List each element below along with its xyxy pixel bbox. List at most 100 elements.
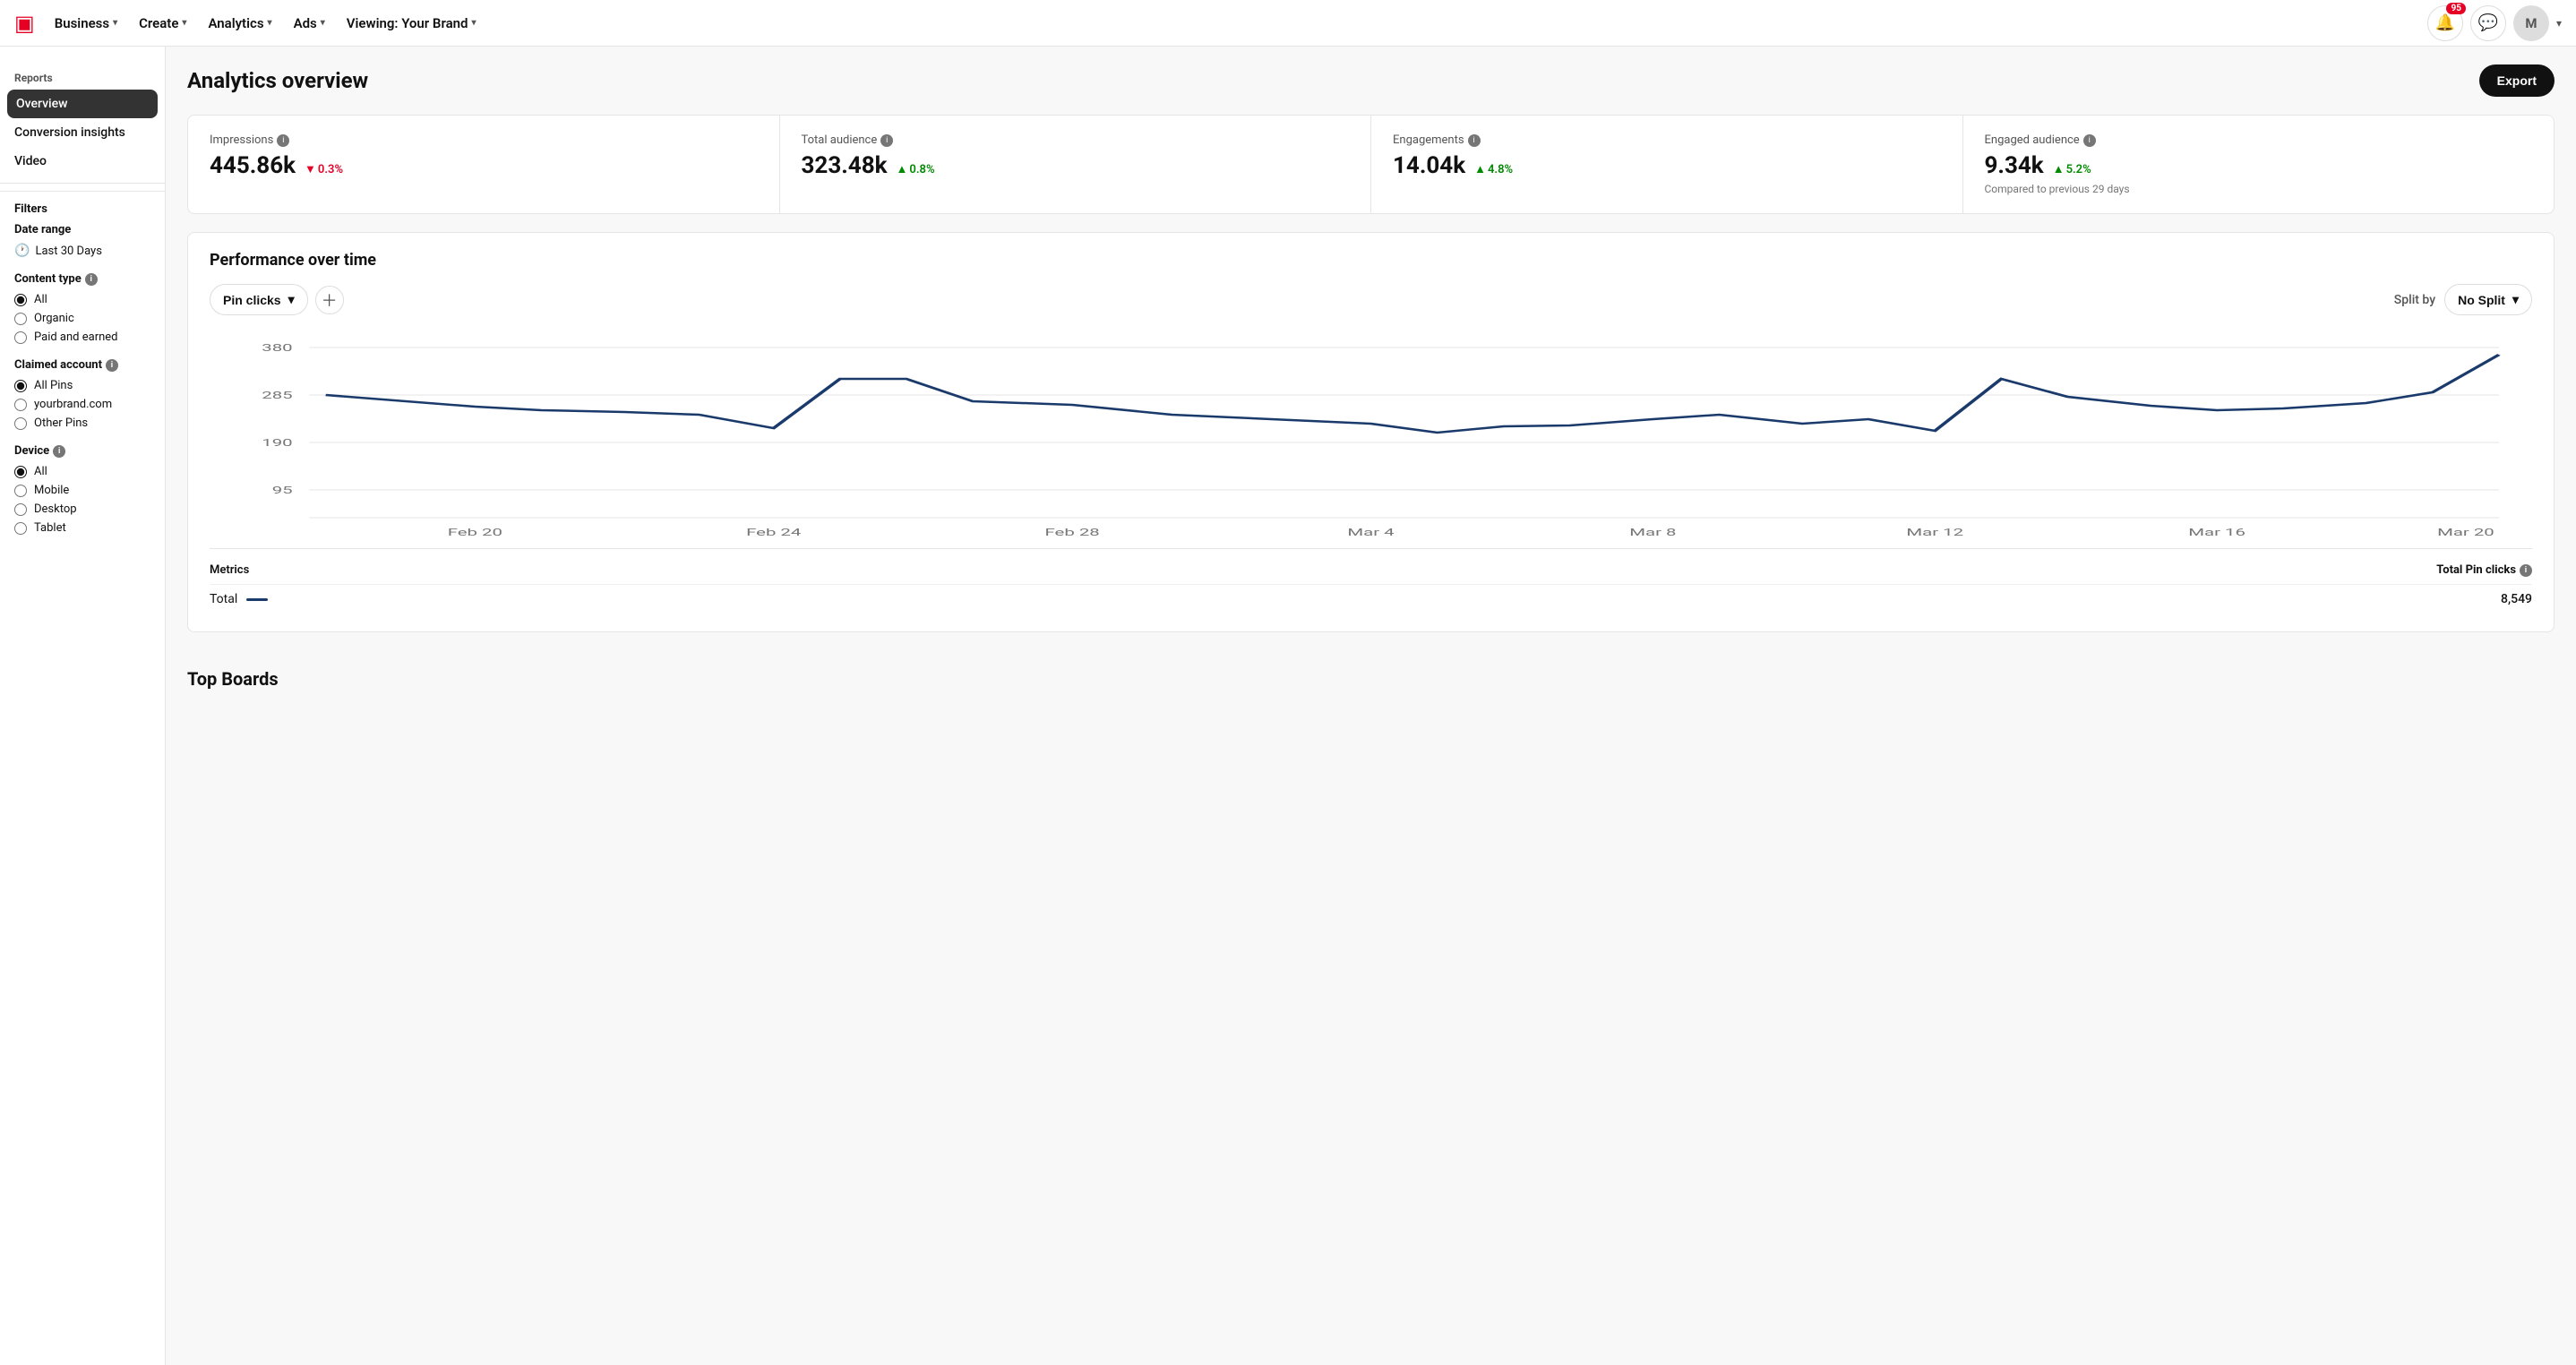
metrics-total-value: 8,549 — [2501, 592, 2532, 606]
info-icon[interactable]: i — [2083, 134, 2096, 147]
sidebar-item-overview[interactable]: Overview — [7, 90, 158, 118]
page-title: Analytics overview — [187, 68, 368, 93]
sidebar-item-video[interactable]: Video — [0, 147, 165, 176]
split-value: No Split — [2458, 293, 2505, 307]
chevron-down-icon: ▾ — [2512, 292, 2519, 307]
content-type-organic[interactable]: Organic — [14, 312, 150, 325]
topnav-right: 🔔 95 💬 M ▾ — [2427, 5, 2562, 41]
plus-icon: ＋ — [322, 288, 338, 312]
engaged-audience-value: 9.34k — [1985, 152, 2044, 179]
device-label: Device i — [14, 444, 150, 458]
messages-button[interactable]: 💬 — [2470, 5, 2506, 41]
info-icon[interactable]: i — [880, 134, 893, 147]
nav-viewing-brand[interactable]: Viewing: Your Brand ▾ — [338, 10, 485, 37]
user-avatar[interactable]: M — [2513, 5, 2549, 41]
info-icon[interactable]: i — [277, 134, 289, 147]
info-icon[interactable]: i — [106, 359, 118, 372]
info-icon[interactable]: i — [2520, 564, 2532, 577]
impressions-value: 445.86k — [210, 152, 296, 179]
svg-text:Feb 28: Feb 28 — [1045, 527, 1100, 538]
content-type-options: All Organic Paid and earned — [14, 293, 150, 344]
notifications-button[interactable]: 🔔 95 — [2427, 5, 2463, 41]
total-audience-change: ▲ 0.8% — [897, 162, 935, 176]
content-type-all[interactable]: All — [14, 293, 150, 306]
claimed-yourbrand[interactable]: yourbrand.com — [14, 398, 150, 411]
date-range-value[interactable]: 🕐 Last 30 Days — [14, 244, 150, 258]
total-audience-label: Total audience i — [802, 133, 1350, 147]
add-metric-button[interactable]: ＋ — [315, 286, 344, 314]
pinterest-logo[interactable]: ▣ — [14, 11, 35, 36]
arrow-down-icon: ▼ — [305, 162, 316, 176]
chevron-down-icon: ▾ — [268, 18, 272, 28]
sidebar-conversion-label: Conversion insights — [14, 125, 125, 140]
compared-note: Compared to previous 29 days — [1985, 183, 2533, 195]
sidebar-item-conversion[interactable]: Conversion insights — [0, 118, 165, 147]
metric-dropdown[interactable]: Pin clicks ▾ — [210, 284, 308, 315]
chart-controls: Pin clicks ▾ ＋ Split by No Split ▾ — [210, 284, 2532, 315]
chevron-down-icon: ▾ — [182, 18, 186, 28]
info-icon[interactable]: i — [1468, 134, 1481, 147]
filters-title: Filters — [14, 202, 150, 216]
svg-text:Mar 16: Mar 16 — [2188, 527, 2245, 538]
svg-text:285: 285 — [262, 390, 292, 401]
main-layout: Reports Overview Conversion insights Vid… — [0, 47, 2576, 1365]
export-button[interactable]: Export — [2479, 64, 2555, 97]
performance-chart: 380 285 190 95 Feb 20 Feb 24 Feb 28 Mar … — [210, 330, 2532, 545]
content-type-paid[interactable]: Paid and earned — [14, 331, 150, 344]
chart-section: Performance over time Pin clicks ▾ ＋ Spl… — [187, 232, 2555, 632]
svg-text:190: 190 — [262, 437, 292, 449]
notification-badge: 95 — [2446, 3, 2465, 14]
engagements-change: ▲ 4.8% — [1474, 162, 1513, 176]
info-icon[interactable]: i — [53, 445, 65, 458]
device-all[interactable]: All — [14, 465, 150, 478]
arrow-up-icon: ▲ — [897, 162, 908, 176]
split-by-control: Split by No Split ▾ — [2394, 284, 2532, 315]
device-desktop[interactable]: Desktop — [14, 502, 150, 516]
svg-text:Mar 4: Mar 4 — [1347, 527, 1394, 538]
filters-section: Filters Date range 🕐 Last 30 Days Conten… — [0, 191, 165, 560]
device-mobile[interactable]: Mobile — [14, 484, 150, 497]
stat-impressions: Impressions i 445.86k ▼ 0.3% — [188, 116, 780, 213]
nav-brand-label: Viewing: Your Brand — [347, 15, 468, 31]
chevron-down-icon[interactable]: ▾ — [2556, 17, 2562, 30]
info-icon[interactable]: i — [85, 273, 98, 286]
split-dropdown[interactable]: No Split ▾ — [2444, 284, 2532, 315]
topnav-items: Business ▾ Create ▾ Analytics ▾ Ads ▾ Vi… — [46, 10, 2427, 37]
stats-row: Impressions i 445.86k ▼ 0.3% Total audie… — [187, 115, 2555, 214]
engaged-audience-value-row: 9.34k ▲ 5.2% — [1985, 152, 2533, 179]
split-by-label: Split by — [2394, 293, 2435, 307]
impressions-change: ▼ 0.3% — [305, 162, 343, 176]
nav-create[interactable]: Create ▾ — [130, 10, 195, 37]
stat-engaged-audience: Engaged audience i 9.34k ▲ 5.2% Compared… — [1963, 116, 2555, 213]
device-tablet[interactable]: Tablet — [14, 521, 150, 535]
avatar-letter: M — [2525, 15, 2537, 31]
sidebar-divider — [0, 183, 165, 184]
claimed-other-pins[interactable]: Other Pins — [14, 416, 150, 430]
reports-section-label: Reports — [0, 61, 165, 90]
nav-analytics-label: Analytics — [208, 15, 263, 31]
nav-analytics[interactable]: Analytics ▾ — [199, 10, 280, 37]
clock-icon: 🕐 — [14, 244, 30, 258]
metrics-col-label: Metrics — [210, 563, 249, 577]
engaged-audience-change: ▲ 5.2% — [2053, 162, 2091, 176]
engagements-label: Engagements i — [1393, 133, 1941, 147]
chevron-down-icon: ▾ — [471, 18, 476, 28]
chart-container: 380 285 190 95 Feb 20 Feb 24 Feb 28 Mar … — [210, 330, 2532, 548]
sidebar: Reports Overview Conversion insights Vid… — [0, 47, 166, 1365]
page-header: Analytics overview Export — [187, 64, 2555, 97]
claimed-all-pins[interactable]: All Pins — [14, 379, 150, 392]
chevron-down-icon: ▾ — [113, 18, 117, 28]
total-pin-clicks-label: Total Pin clicks i — [2436, 563, 2532, 577]
stat-engagements: Engagements i 14.04k ▲ 4.8% — [1371, 116, 1963, 213]
svg-text:Mar 8: Mar 8 — [1629, 527, 1676, 538]
topnav: ▣ Business ▾ Create ▾ Analytics ▾ Ads ▾ … — [0, 0, 2576, 47]
sidebar-video-label: Video — [14, 154, 47, 168]
svg-text:Mar 12: Mar 12 — [1906, 527, 1963, 538]
sidebar-overview-label: Overview — [16, 97, 67, 111]
impressions-value-row: 445.86k ▼ 0.3% — [210, 152, 758, 179]
engagements-value-row: 14.04k ▲ 4.8% — [1393, 152, 1941, 179]
nav-ads[interactable]: Ads ▾ — [285, 10, 334, 37]
svg-text:Mar 20: Mar 20 — [2437, 527, 2494, 538]
nav-business[interactable]: Business ▾ — [46, 10, 126, 37]
nav-ads-label: Ads — [294, 15, 317, 31]
